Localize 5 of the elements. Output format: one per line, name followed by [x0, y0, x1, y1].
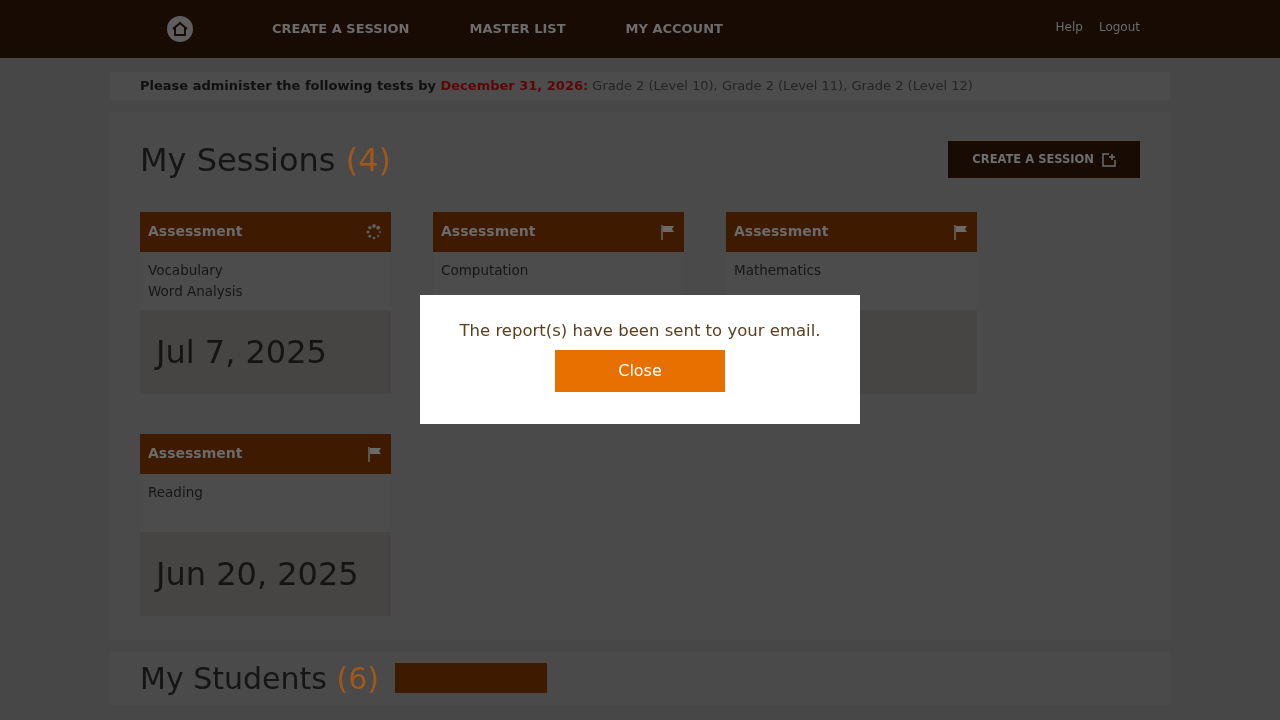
card-header: Assessment	[140, 433, 391, 474]
card-header: Assessment	[726, 211, 977, 252]
card-header: Assessment	[433, 211, 684, 252]
dialog-message: The report(s) have been sent to your email.	[458, 320, 822, 342]
card-header: Assessment	[140, 211, 391, 252]
